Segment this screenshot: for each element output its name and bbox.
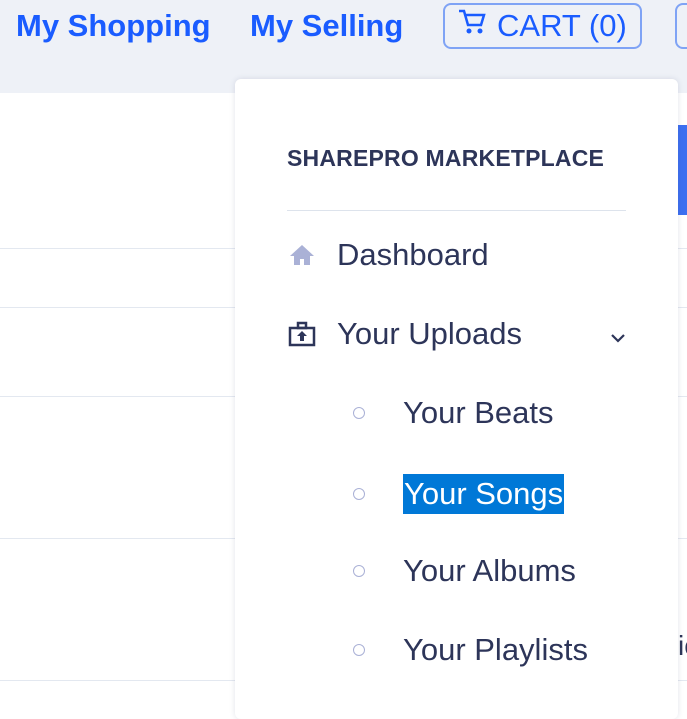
menu-item-your-uploads[interactable]: Your Uploads <box>287 316 627 352</box>
cart-label: CART (0) <box>497 8 627 43</box>
nav-my-shopping[interactable]: My Shopping <box>16 8 211 44</box>
submenu-item-your-beats[interactable]: Your Beats <box>353 395 554 431</box>
circle-bullet-icon <box>353 565 365 577</box>
background-button-partial[interactable] <box>678 125 687 215</box>
menu-item-dashboard[interactable]: Dashboard <box>287 237 627 273</box>
upload-briefcase-icon <box>287 321 317 347</box>
submenu-item-label: Your Beats <box>403 395 554 430</box>
cart-button[interactable]: CART (0) <box>443 3 642 49</box>
home-icon <box>287 243 317 267</box>
menu-item-label: Dashboard <box>337 237 489 272</box>
submenu-item-label: Your Albums <box>403 553 576 588</box>
circle-bullet-icon <box>353 407 365 419</box>
circle-bullet-icon <box>353 488 365 500</box>
submenu-item-your-albums[interactable]: Your Albums <box>353 553 576 589</box>
header-button-partial[interactable] <box>675 3 687 49</box>
nav-my-selling[interactable]: My Selling <box>250 8 403 44</box>
dropdown-menu: SHAREPRO MARKETPLACE Dashboard Your Uplo… <box>235 79 678 719</box>
background-text-partial: ic <box>678 630 687 661</box>
menu-divider <box>287 210 626 211</box>
circle-bullet-icon <box>353 644 365 656</box>
menu-item-label: Your Uploads <box>337 316 522 351</box>
shopping-cart-icon <box>457 8 487 44</box>
menu-brand: SHAREPRO MARKETPLACE <box>287 145 605 171</box>
chevron-down-icon[interactable] <box>609 316 627 352</box>
submenu-item-label: Your Songs <box>403 474 565 514</box>
submenu-item-your-playlists[interactable]: Your Playlists <box>353 632 588 668</box>
submenu-item-label: Your Playlists <box>403 632 588 667</box>
submenu-item-your-songs[interactable]: Your Songs <box>353 474 565 514</box>
